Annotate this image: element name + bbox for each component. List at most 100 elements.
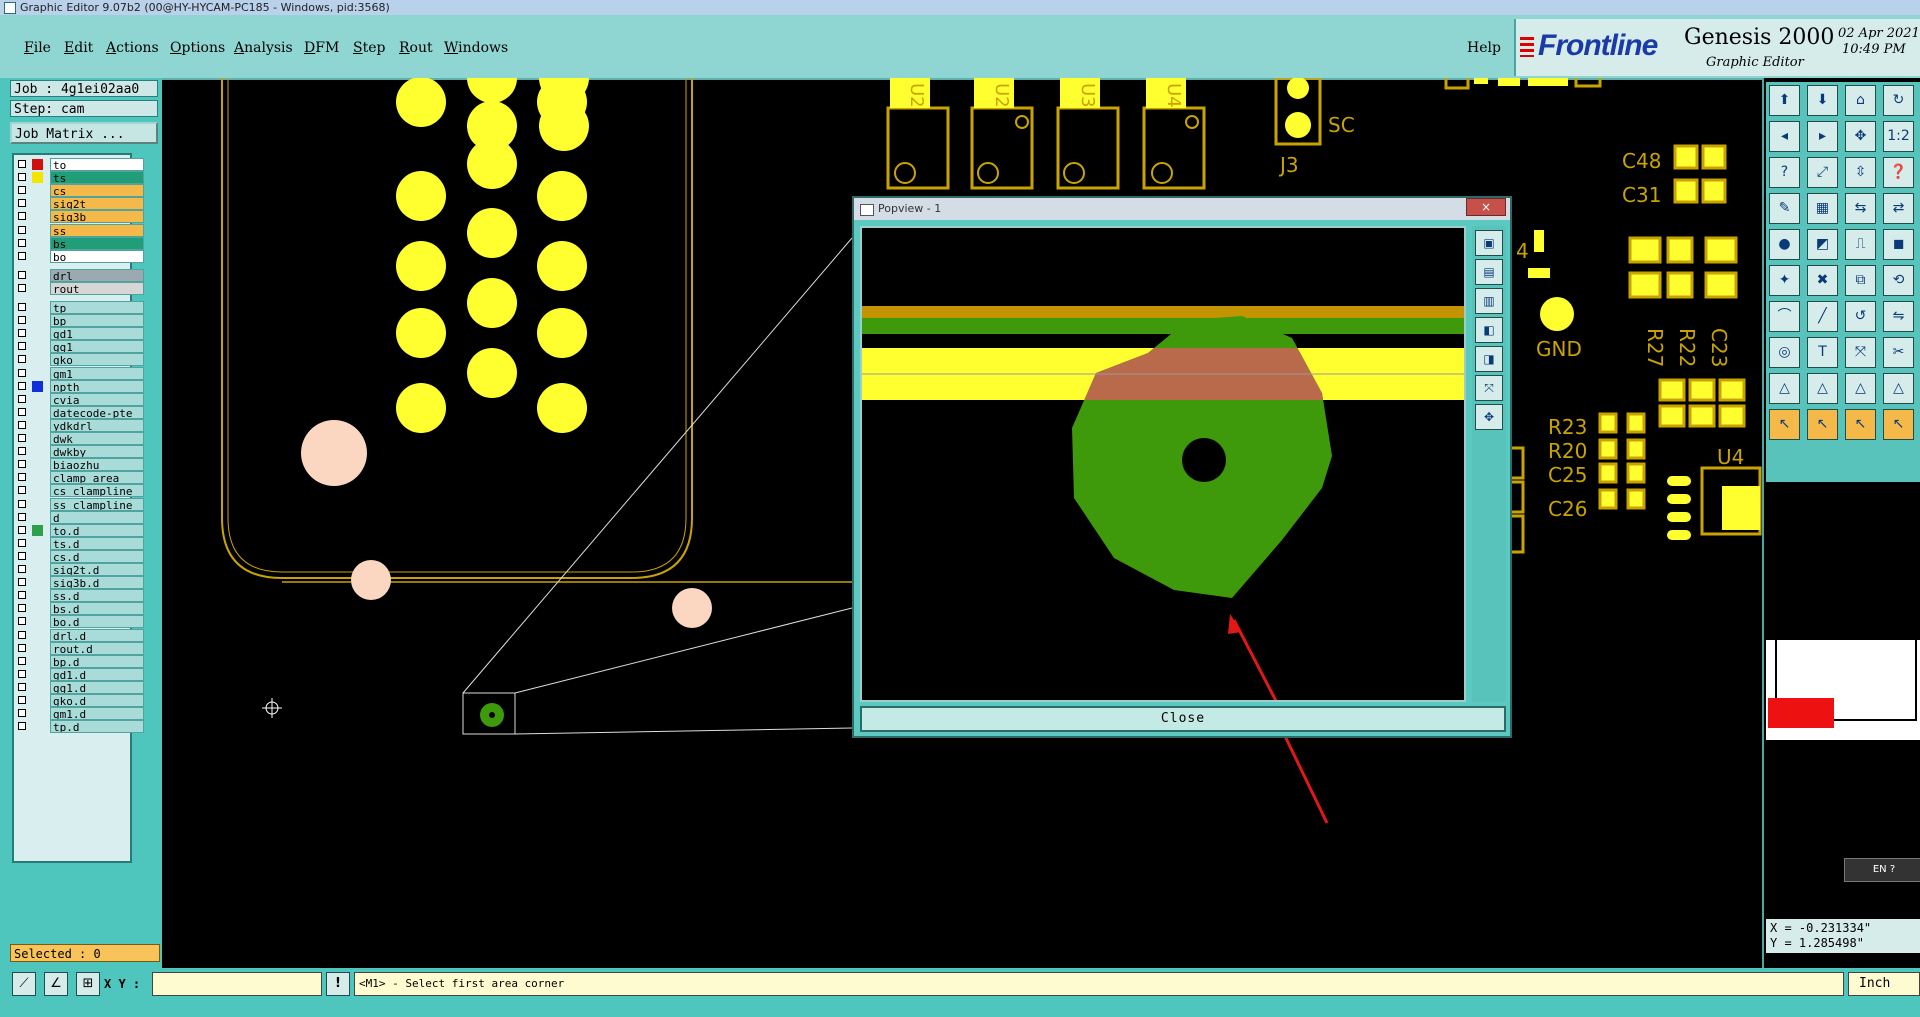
layer-name[interactable]: tp.d — [50, 720, 144, 734]
tool-redo-icon[interactable]: ↻ — [1883, 85, 1914, 116]
menu-actions[interactable]: Actions — [106, 40, 159, 56]
layer-name[interactable]: rout.d — [50, 641, 144, 655]
layer-checkbox[interactable] — [18, 656, 26, 665]
layer-name[interactable]: gko — [50, 353, 144, 367]
layer-name[interactable]: gd1 — [50, 327, 144, 341]
layer-row-bs-d[interactable]: bs.d — [14, 602, 144, 616]
layer-row-drl-d[interactable]: drl.d — [14, 628, 144, 642]
layer-checkbox[interactable] — [18, 173, 26, 182]
layer-row-tp[interactable]: tp — [14, 301, 144, 314]
tool-arc-icon[interactable]: ⌒ — [1769, 301, 1800, 332]
layer-checkbox[interactable] — [18, 538, 26, 547]
tool-line-icon[interactable]: ╱ — [1807, 301, 1838, 332]
layer-name[interactable]: datecode-pte — [50, 405, 144, 419]
layer-name[interactable]: to.d — [50, 523, 144, 537]
layer-name[interactable]: cs — [50, 184, 144, 198]
tool-resize-icon[interactable]: ⟲ — [1883, 265, 1914, 296]
tool-netlist-icon[interactable]: △ — [1883, 373, 1914, 404]
layer-checkbox[interactable] — [18, 473, 26, 482]
layer-row-gd1-d[interactable]: gd1.d — [14, 667, 144, 681]
popview-tool-pan-right-icon[interactable]: ◨ — [1475, 346, 1503, 372]
layer-name[interactable]: biaozhu — [50, 458, 144, 472]
xy-coordinate-input[interactable] — [152, 972, 322, 996]
layer-name[interactable]: bp — [50, 314, 144, 328]
layer-name[interactable]: sig3b.d — [50, 576, 144, 590]
layer-checkbox[interactable] — [18, 355, 26, 364]
layer-checkbox[interactable] — [18, 682, 26, 691]
tool-fit-icon[interactable]: ? — [1769, 157, 1800, 188]
layer-name[interactable]: sig2t.d — [50, 563, 144, 576]
layer-name[interactable]: bs.d — [50, 602, 144, 616]
layer-name[interactable]: clamp_area — [50, 471, 144, 485]
layer-name[interactable]: gg1.d — [50, 680, 144, 694]
layer-name[interactable]: ts.d — [50, 536, 144, 550]
tool-snapshot-icon[interactable]: ✎ — [1769, 193, 1800, 224]
popview-tool-zoom-in-icon[interactable]: ▤ — [1475, 259, 1503, 285]
layer-row-sig2t[interactable]: sig2t — [14, 197, 144, 211]
layer-name[interactable]: tp — [50, 301, 144, 314]
layer-row-to[interactable]: to — [14, 158, 144, 171]
layer-checkbox[interactable] — [18, 630, 26, 639]
layer-row-biaozhu[interactable]: biaozhu — [14, 458, 144, 472]
layer-checkbox[interactable] — [18, 486, 26, 495]
popview-tool-fit-icon[interactable]: ⤧ — [1475, 375, 1503, 401]
tool-mirror-icon[interactable]: ⇋ — [1883, 301, 1914, 332]
measure-icon[interactable]: ∠ — [44, 972, 68, 996]
layer-checkbox[interactable] — [18, 696, 26, 704]
tool-add-line-icon[interactable]: ◩ — [1807, 229, 1838, 260]
layer-row-bs[interactable]: bs — [14, 236, 144, 250]
layer-row-ss[interactable]: ss — [14, 223, 144, 237]
menu-dfm[interactable]: DFM — [304, 40, 339, 56]
menu-step[interactable]: Step — [353, 40, 385, 56]
layer-row-tp-d[interactable]: tp.d — [14, 720, 144, 734]
layer-name[interactable]: gm1.d — [50, 707, 144, 721]
tool-import-icon[interactable]: ⬆ — [1769, 85, 1800, 116]
layer-name[interactable]: ydkdrl — [50, 418, 144, 432]
tool-ruler-icon[interactable]: ⎍ — [1845, 229, 1876, 260]
tool-copy-icon[interactable]: ⧉ — [1845, 265, 1876, 296]
tool-warn-icon[interactable]: △ — [1807, 373, 1838, 404]
layer-checkbox[interactable] — [18, 212, 26, 221]
layer-checkbox[interactable] — [18, 499, 26, 508]
layer-row-ydkdrl[interactable]: ydkdrl — [14, 418, 144, 432]
layer-name[interactable]: d — [50, 510, 144, 524]
tool-home-icon[interactable]: ⌂ — [1845, 85, 1876, 116]
layer-checkbox[interactable] — [18, 329, 26, 338]
menu-options[interactable]: Options — [170, 40, 225, 56]
tool-prev-view-icon[interactable]: ◂ — [1769, 121, 1800, 152]
layer-name[interactable]: cvia — [50, 392, 144, 406]
menu-analysis[interactable]: Analysis — [234, 40, 293, 56]
layer-row-gg1-d[interactable]: gg1.d — [14, 680, 144, 694]
ime-language-badge[interactable]: EN ? — [1844, 858, 1920, 882]
tool-one-to-one-icon[interactable]: 1:2 — [1883, 121, 1914, 152]
menu-edit[interactable]: Edit — [64, 40, 93, 56]
layer-name[interactable]: gko.d — [50, 694, 144, 707]
layer-checkbox[interactable] — [18, 434, 26, 442]
layer-row-ts-d[interactable]: ts.d — [14, 536, 144, 550]
layer-checkbox[interactable] — [18, 251, 26, 260]
layer-name[interactable]: rout — [50, 281, 144, 295]
layer-checkbox[interactable] — [18, 160, 26, 168]
layer-checkbox[interactable] — [18, 303, 26, 311]
tool-add-surface-icon[interactable]: ◼ — [1883, 229, 1914, 260]
layer-checkbox[interactable] — [18, 447, 26, 456]
layer-row-gko[interactable]: gko — [14, 353, 144, 367]
tool-compare-icon[interactable]: ⇄ — [1883, 193, 1914, 224]
layer-row-to-d[interactable]: to.d — [14, 523, 144, 537]
layer-checkbox[interactable] — [18, 512, 26, 521]
popview-tool-zoom-home-icon[interactable]: ▣ — [1475, 230, 1503, 256]
tool-select-net-icon[interactable]: ↖ — [1807, 409, 1838, 440]
layer-checkbox[interactable] — [18, 368, 26, 377]
tool-select-icon[interactable]: ↖ — [1769, 409, 1800, 440]
layer-row-cs-clampline[interactable]: cs_clampline — [14, 484, 144, 498]
layer-checkbox[interactable] — [18, 283, 26, 292]
layer-name[interactable]: cs.d — [50, 549, 144, 563]
layer-checkbox[interactable] — [18, 381, 26, 390]
menu-rout[interactable]: Rout — [399, 40, 433, 56]
layer-checkbox[interactable] — [18, 407, 26, 416]
layer-row-ts[interactable]: ts — [14, 171, 144, 185]
layer-name[interactable]: ts — [50, 171, 144, 185]
layer-row-cs[interactable]: cs — [14, 184, 144, 198]
layer-row-datecode-pte[interactable]: datecode-pte — [14, 405, 144, 419]
layer-checkbox[interactable] — [18, 722, 26, 731]
